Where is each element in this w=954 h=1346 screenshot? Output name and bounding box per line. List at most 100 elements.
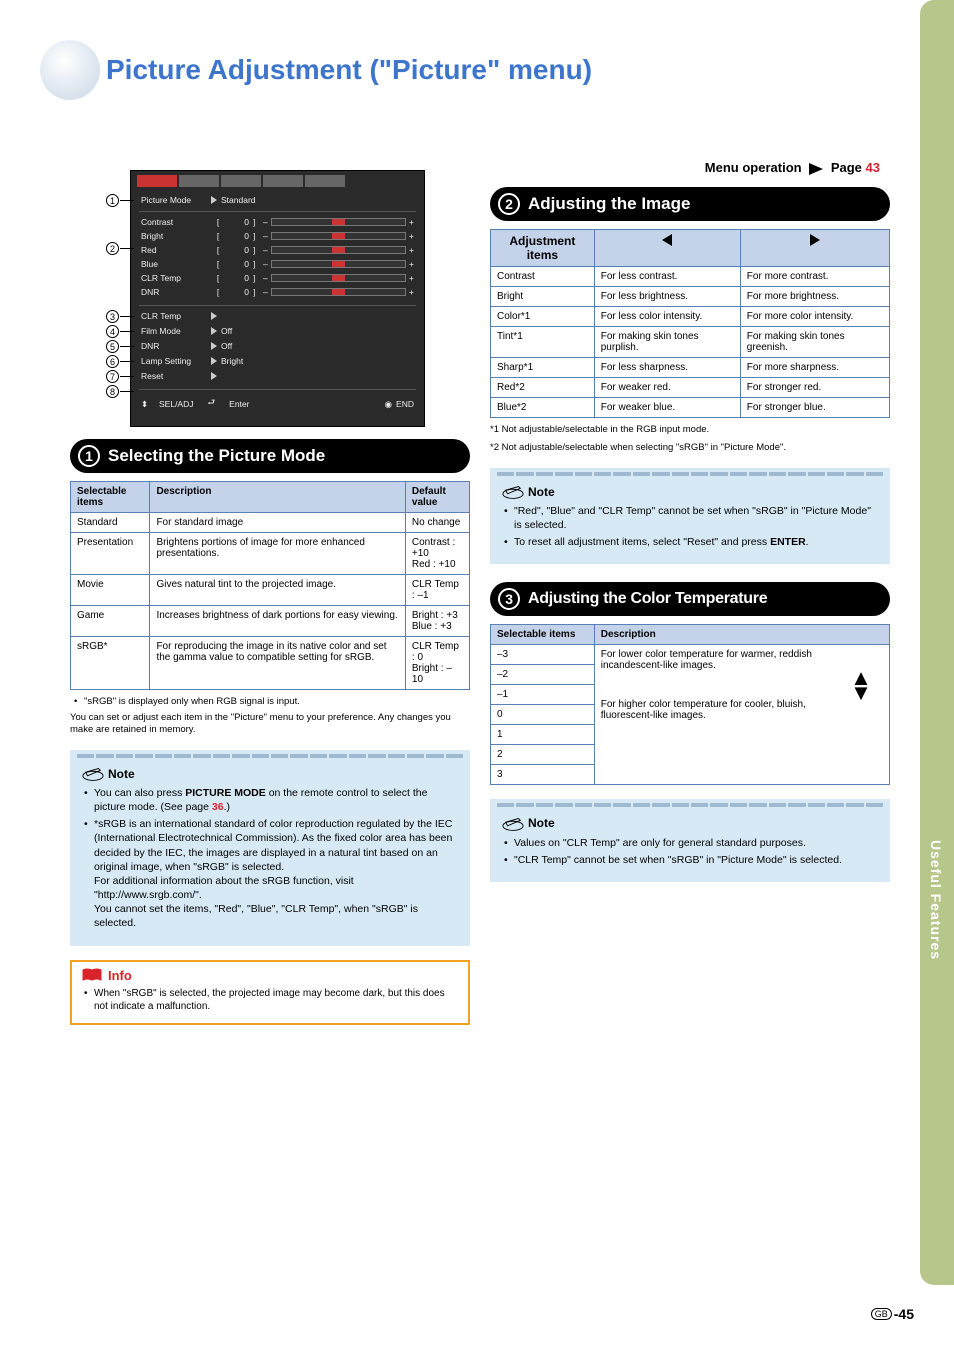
menu-slider: Bright[0]–+ bbox=[141, 231, 414, 241]
section1-number: 1 bbox=[78, 445, 100, 467]
pm-default: No change bbox=[405, 513, 469, 533]
th-selectable: Selectable items bbox=[71, 482, 150, 513]
adj-left: For weaker red. bbox=[594, 378, 740, 398]
pm-desc: For reproducing the image in its native … bbox=[150, 637, 405, 690]
section2-foot2: *2 Not adjustable/selectable when select… bbox=[490, 442, 890, 454]
adj-left: For less brightness. bbox=[594, 287, 740, 307]
callout-4: 4 bbox=[106, 325, 119, 338]
adj-item: Bright bbox=[491, 287, 595, 307]
page-link-36[interactable]: 36 bbox=[212, 801, 224, 813]
ct-description: For lower color temperature for warmer, … bbox=[594, 645, 889, 785]
pm-item: sRGB* bbox=[71, 637, 150, 690]
table-row: GameIncreases brightness of dark portion… bbox=[71, 606, 470, 637]
pm-default: CLR Temp : –1 bbox=[405, 575, 469, 606]
menu-item: Reset bbox=[141, 371, 414, 381]
page-link-43[interactable]: 43 bbox=[866, 160, 880, 175]
menu-slider: CLR Temp[0]–+ bbox=[141, 273, 414, 283]
section1-title: Selecting the Picture Mode bbox=[108, 446, 325, 466]
note3-item0: Values on "CLR Temp" are only for genera… bbox=[514, 836, 878, 850]
table-row: Sharp*1For less sharpness.For more sharp… bbox=[491, 358, 890, 378]
side-tab: Useful Features bbox=[920, 0, 954, 1285]
menu-screenshot: Picture ModeStandard Contrast[0]–+Bright… bbox=[130, 170, 425, 427]
title-bullet-icon bbox=[40, 40, 100, 100]
section1-star-footnote: "sRGB" is displayed only when RGB signal… bbox=[70, 696, 470, 708]
section1-heading: 1 Selecting the Picture Mode bbox=[70, 439, 470, 473]
note2-item1: To reset all adjustment items, select "R… bbox=[514, 535, 878, 549]
adj-item: Sharp*1 bbox=[491, 358, 595, 378]
adj-left: For less color intensity. bbox=[594, 307, 740, 327]
ct-item: 3 bbox=[491, 765, 595, 785]
menu-slider: Blue[0]–+ bbox=[141, 259, 414, 269]
section3-note: Note Values on "CLR Temp" are only for g… bbox=[490, 799, 890, 882]
pm-item: Standard bbox=[71, 513, 150, 533]
pm-item: Movie bbox=[71, 575, 150, 606]
note3-item1: "CLR Temp" cannot be set when "sRGB" in … bbox=[514, 853, 878, 867]
table-row: PresentationBrightens portions of image … bbox=[71, 533, 470, 575]
section2-foot1: *1 Not adjustable/selectable in the RGB … bbox=[490, 424, 890, 436]
adj-right: For stronger blue. bbox=[740, 398, 889, 418]
ct-item: 2 bbox=[491, 745, 595, 765]
ct-item: –2 bbox=[491, 665, 595, 685]
info-title: Info bbox=[108, 968, 132, 983]
pm-desc: Increases brightness of dark portions fo… bbox=[150, 606, 405, 637]
left-arrow-icon bbox=[662, 234, 672, 246]
th-description: Description bbox=[594, 625, 889, 645]
section2-heading: 2 Adjusting the Image bbox=[490, 187, 890, 221]
picture-mode-table: Selectable items Description Default val… bbox=[70, 481, 470, 690]
adj-right: For more brightness. bbox=[740, 287, 889, 307]
section2-title: Adjusting the Image bbox=[528, 194, 690, 214]
th-selectable: Selectable items bbox=[491, 625, 595, 645]
adj-right: For stronger red. bbox=[740, 378, 889, 398]
section2-note: Note "Red", "Blue" and "CLR Temp" cannot… bbox=[490, 468, 890, 565]
arrow-right-icon bbox=[809, 163, 823, 175]
table-row: sRGB*For reproducing the image in its na… bbox=[71, 637, 470, 690]
section3-title: Adjusting the Color Temperature bbox=[528, 590, 767, 608]
section3-number: 3 bbox=[498, 588, 520, 610]
pencil-icon bbox=[502, 484, 524, 500]
side-tab-label: Useful Features bbox=[928, 840, 944, 960]
section1-after-table: You can set or adjust each item in the "… bbox=[70, 712, 470, 736]
adj-right: For more color intensity. bbox=[740, 307, 889, 327]
ct-item: 0 bbox=[491, 705, 595, 725]
note1-item0: You can also press PICTURE MODE on the r… bbox=[94, 786, 458, 814]
table-row: StandardFor standard imageNo change bbox=[71, 513, 470, 533]
page-title-row: Picture Adjustment ("Picture" menu) bbox=[40, 40, 592, 100]
callout-6: 6 bbox=[106, 355, 119, 368]
adj-left: For less contrast. bbox=[594, 267, 740, 287]
pm-desc: Brightens portions of image for more enh… bbox=[150, 533, 405, 575]
table-row: Color*1For less color intensity.For more… bbox=[491, 307, 890, 327]
callout-3: 3 bbox=[106, 310, 119, 323]
menu-slider: Contrast[0]–+ bbox=[141, 217, 414, 227]
table-row: Blue*2For weaker blue.For stronger blue. bbox=[491, 398, 890, 418]
table-row: Red*2For weaker red.For stronger red. bbox=[491, 378, 890, 398]
table-row: Tint*1For making skin tones purplish.For… bbox=[491, 327, 890, 358]
pm-item: Game bbox=[71, 606, 150, 637]
page-title: Picture Adjustment ("Picture" menu) bbox=[106, 54, 592, 86]
ct-item: 1 bbox=[491, 725, 595, 745]
menu-slider: DNR[0]–+ bbox=[141, 287, 414, 297]
adj-left: For weaker blue. bbox=[594, 398, 740, 418]
adj-item: Blue*2 bbox=[491, 398, 595, 418]
th-adjustment-items: Adjustment items bbox=[491, 230, 595, 267]
color-temp-table: Selectable items Description –3 For lowe… bbox=[490, 624, 890, 785]
menu-item: Film ModeOff bbox=[141, 326, 414, 336]
callout-2: 2 bbox=[106, 242, 119, 255]
note2-item0: "Red", "Blue" and "CLR Temp" cannot be s… bbox=[514, 504, 878, 532]
pm-default: Contrast : +10Red : +10 bbox=[405, 533, 469, 575]
adj-item: Color*1 bbox=[491, 307, 595, 327]
note1-item1: *sRGB is an international standard of co… bbox=[94, 817, 458, 930]
adj-item: Red*2 bbox=[491, 378, 595, 398]
pencil-icon bbox=[82, 766, 104, 782]
note-title: Note bbox=[108, 766, 135, 782]
menu-item: CLR Temp bbox=[141, 311, 414, 321]
up-down-arrow-icon: ▲▼ bbox=[847, 649, 875, 721]
menu-item: Lamp SettingBright bbox=[141, 356, 414, 366]
menu-item: DNROff bbox=[141, 341, 414, 351]
callout-1: 1 bbox=[106, 194, 119, 207]
adj-right: For more contrast. bbox=[740, 267, 889, 287]
section1-note: Note You can also press PICTURE MODE on … bbox=[70, 750, 470, 946]
adj-right: For more sharpness. bbox=[740, 358, 889, 378]
note-title: Note bbox=[528, 484, 555, 500]
pm-default: Bright : +3Blue : +3 bbox=[405, 606, 469, 637]
ct-item: –3 bbox=[491, 645, 595, 665]
